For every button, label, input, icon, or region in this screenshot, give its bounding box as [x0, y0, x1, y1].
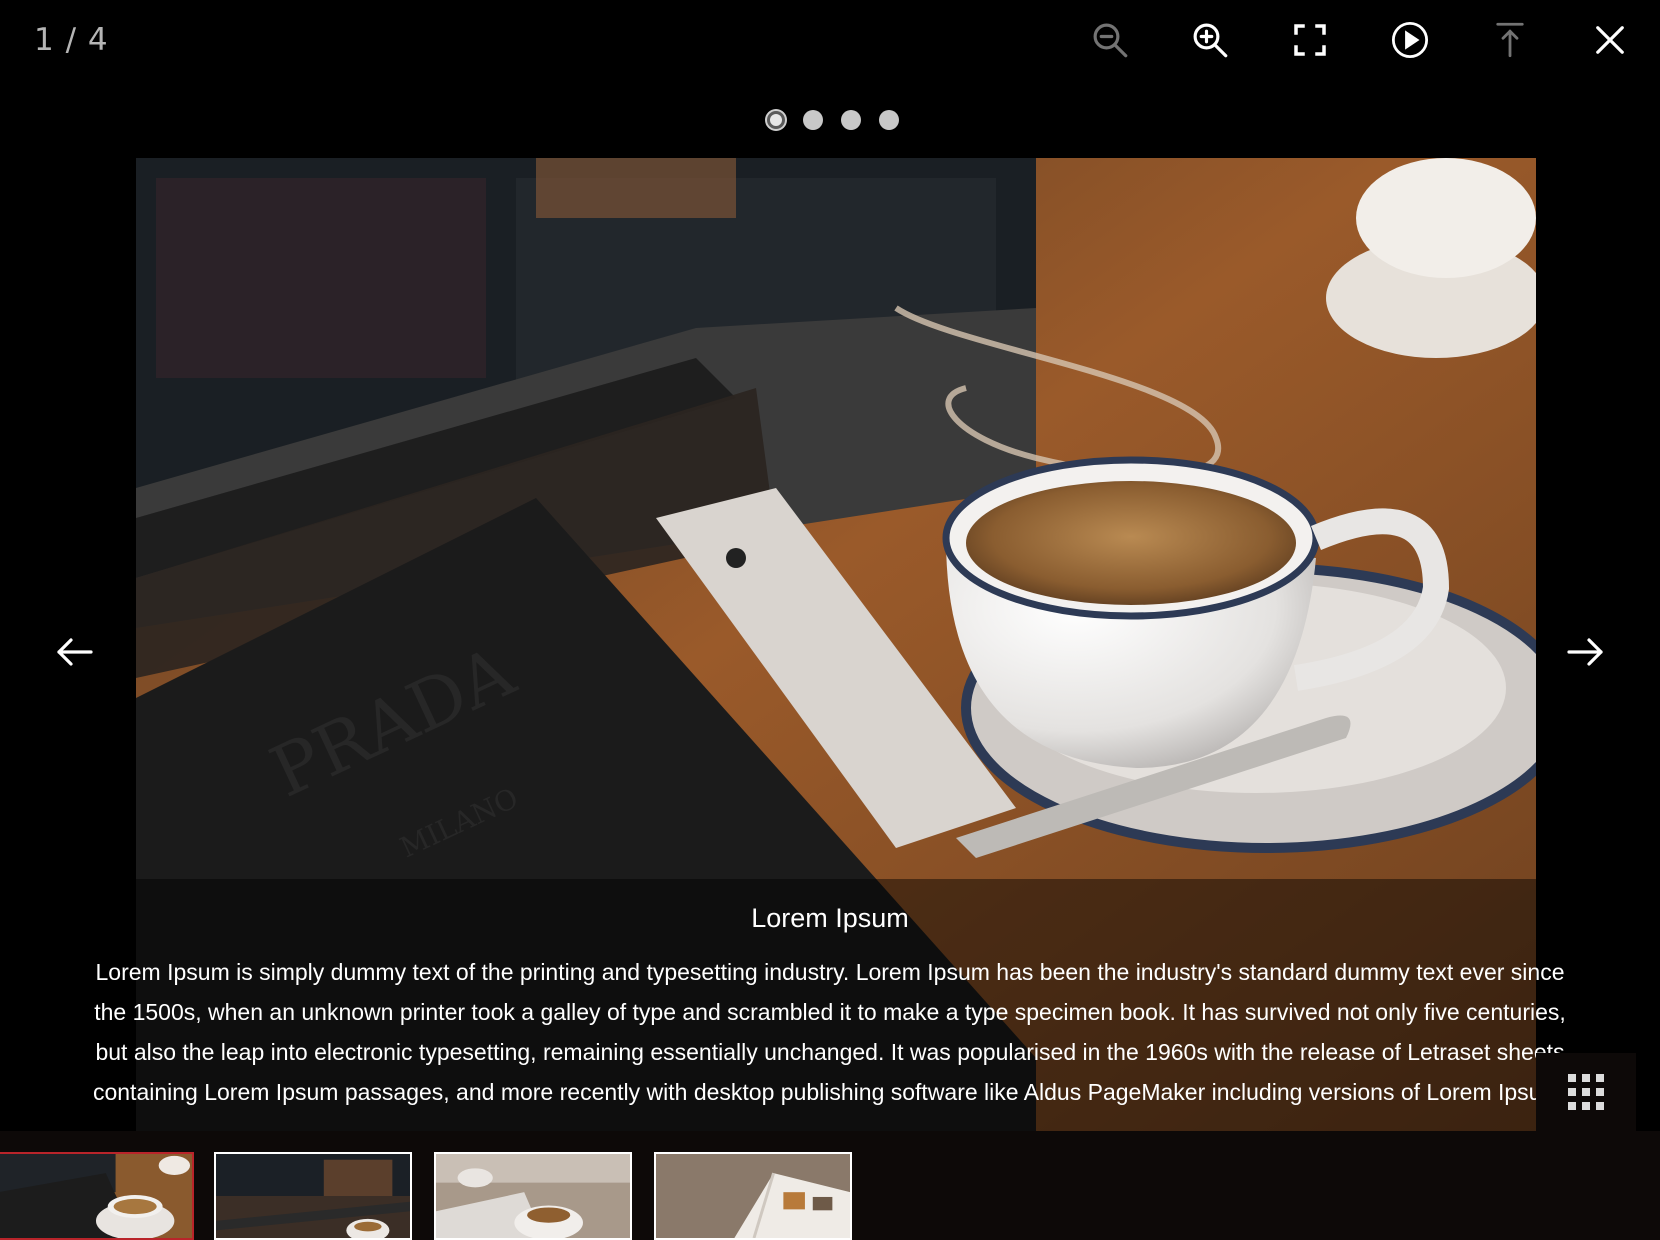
pager-dot[interactable] [803, 110, 823, 130]
thumbnail[interactable] [434, 1152, 632, 1240]
thumbnail[interactable] [654, 1152, 852, 1240]
autoplay-button[interactable] [1380, 14, 1440, 66]
toolbar [1080, 14, 1640, 66]
zoom-out-button[interactable] [1080, 14, 1140, 66]
fullscreen-button[interactable] [1280, 14, 1340, 66]
download-button[interactable] [1480, 14, 1540, 66]
pager-dot[interactable] [841, 110, 861, 130]
thumbnail-image [656, 1154, 850, 1238]
pager-dot[interactable] [767, 111, 785, 129]
zoom-out-icon [1093, 23, 1128, 58]
previous-button[interactable] [45, 622, 105, 682]
arrow-right-icon [1567, 638, 1603, 666]
zoom-in-icon [1193, 23, 1228, 58]
counter-current: 1 [34, 22, 55, 58]
download-icon [1496, 22, 1524, 58]
next-button[interactable] [1555, 622, 1615, 682]
thumbnail[interactable] [0, 1152, 194, 1240]
thumbnail-image [216, 1154, 410, 1238]
caption-title: Lorem Ipsum [751, 903, 909, 933]
counter-total: 4 [87, 22, 109, 58]
zoom-in-button[interactable] [1180, 14, 1240, 66]
slide-counter: 1 / 4 [34, 22, 109, 58]
play-icon [1391, 21, 1429, 59]
arrow-left-icon [57, 638, 93, 666]
thumbnail-image [0, 1154, 192, 1238]
counter-separator: / [65, 22, 78, 58]
close-icon [1596, 26, 1624, 54]
caption-text: Lorem Ipsum is simply dummy text of the … [92, 959, 1568, 1105]
thumbnail-toggle-button[interactable] [1536, 1053, 1636, 1131]
fullscreen-icon [1294, 24, 1326, 56]
thumbnail-image [436, 1154, 630, 1238]
thumbnail[interactable] [214, 1152, 412, 1240]
thumbnail-strip [0, 1131, 1660, 1240]
close-button[interactable] [1580, 14, 1640, 66]
pager-dot[interactable] [879, 110, 899, 130]
slide-pager [0, 110, 1660, 130]
caption-panel: Lorem Ipsum Lorem Ipsum is simply dummy … [0, 879, 1660, 1131]
grid-icon [1568, 1074, 1604, 1110]
